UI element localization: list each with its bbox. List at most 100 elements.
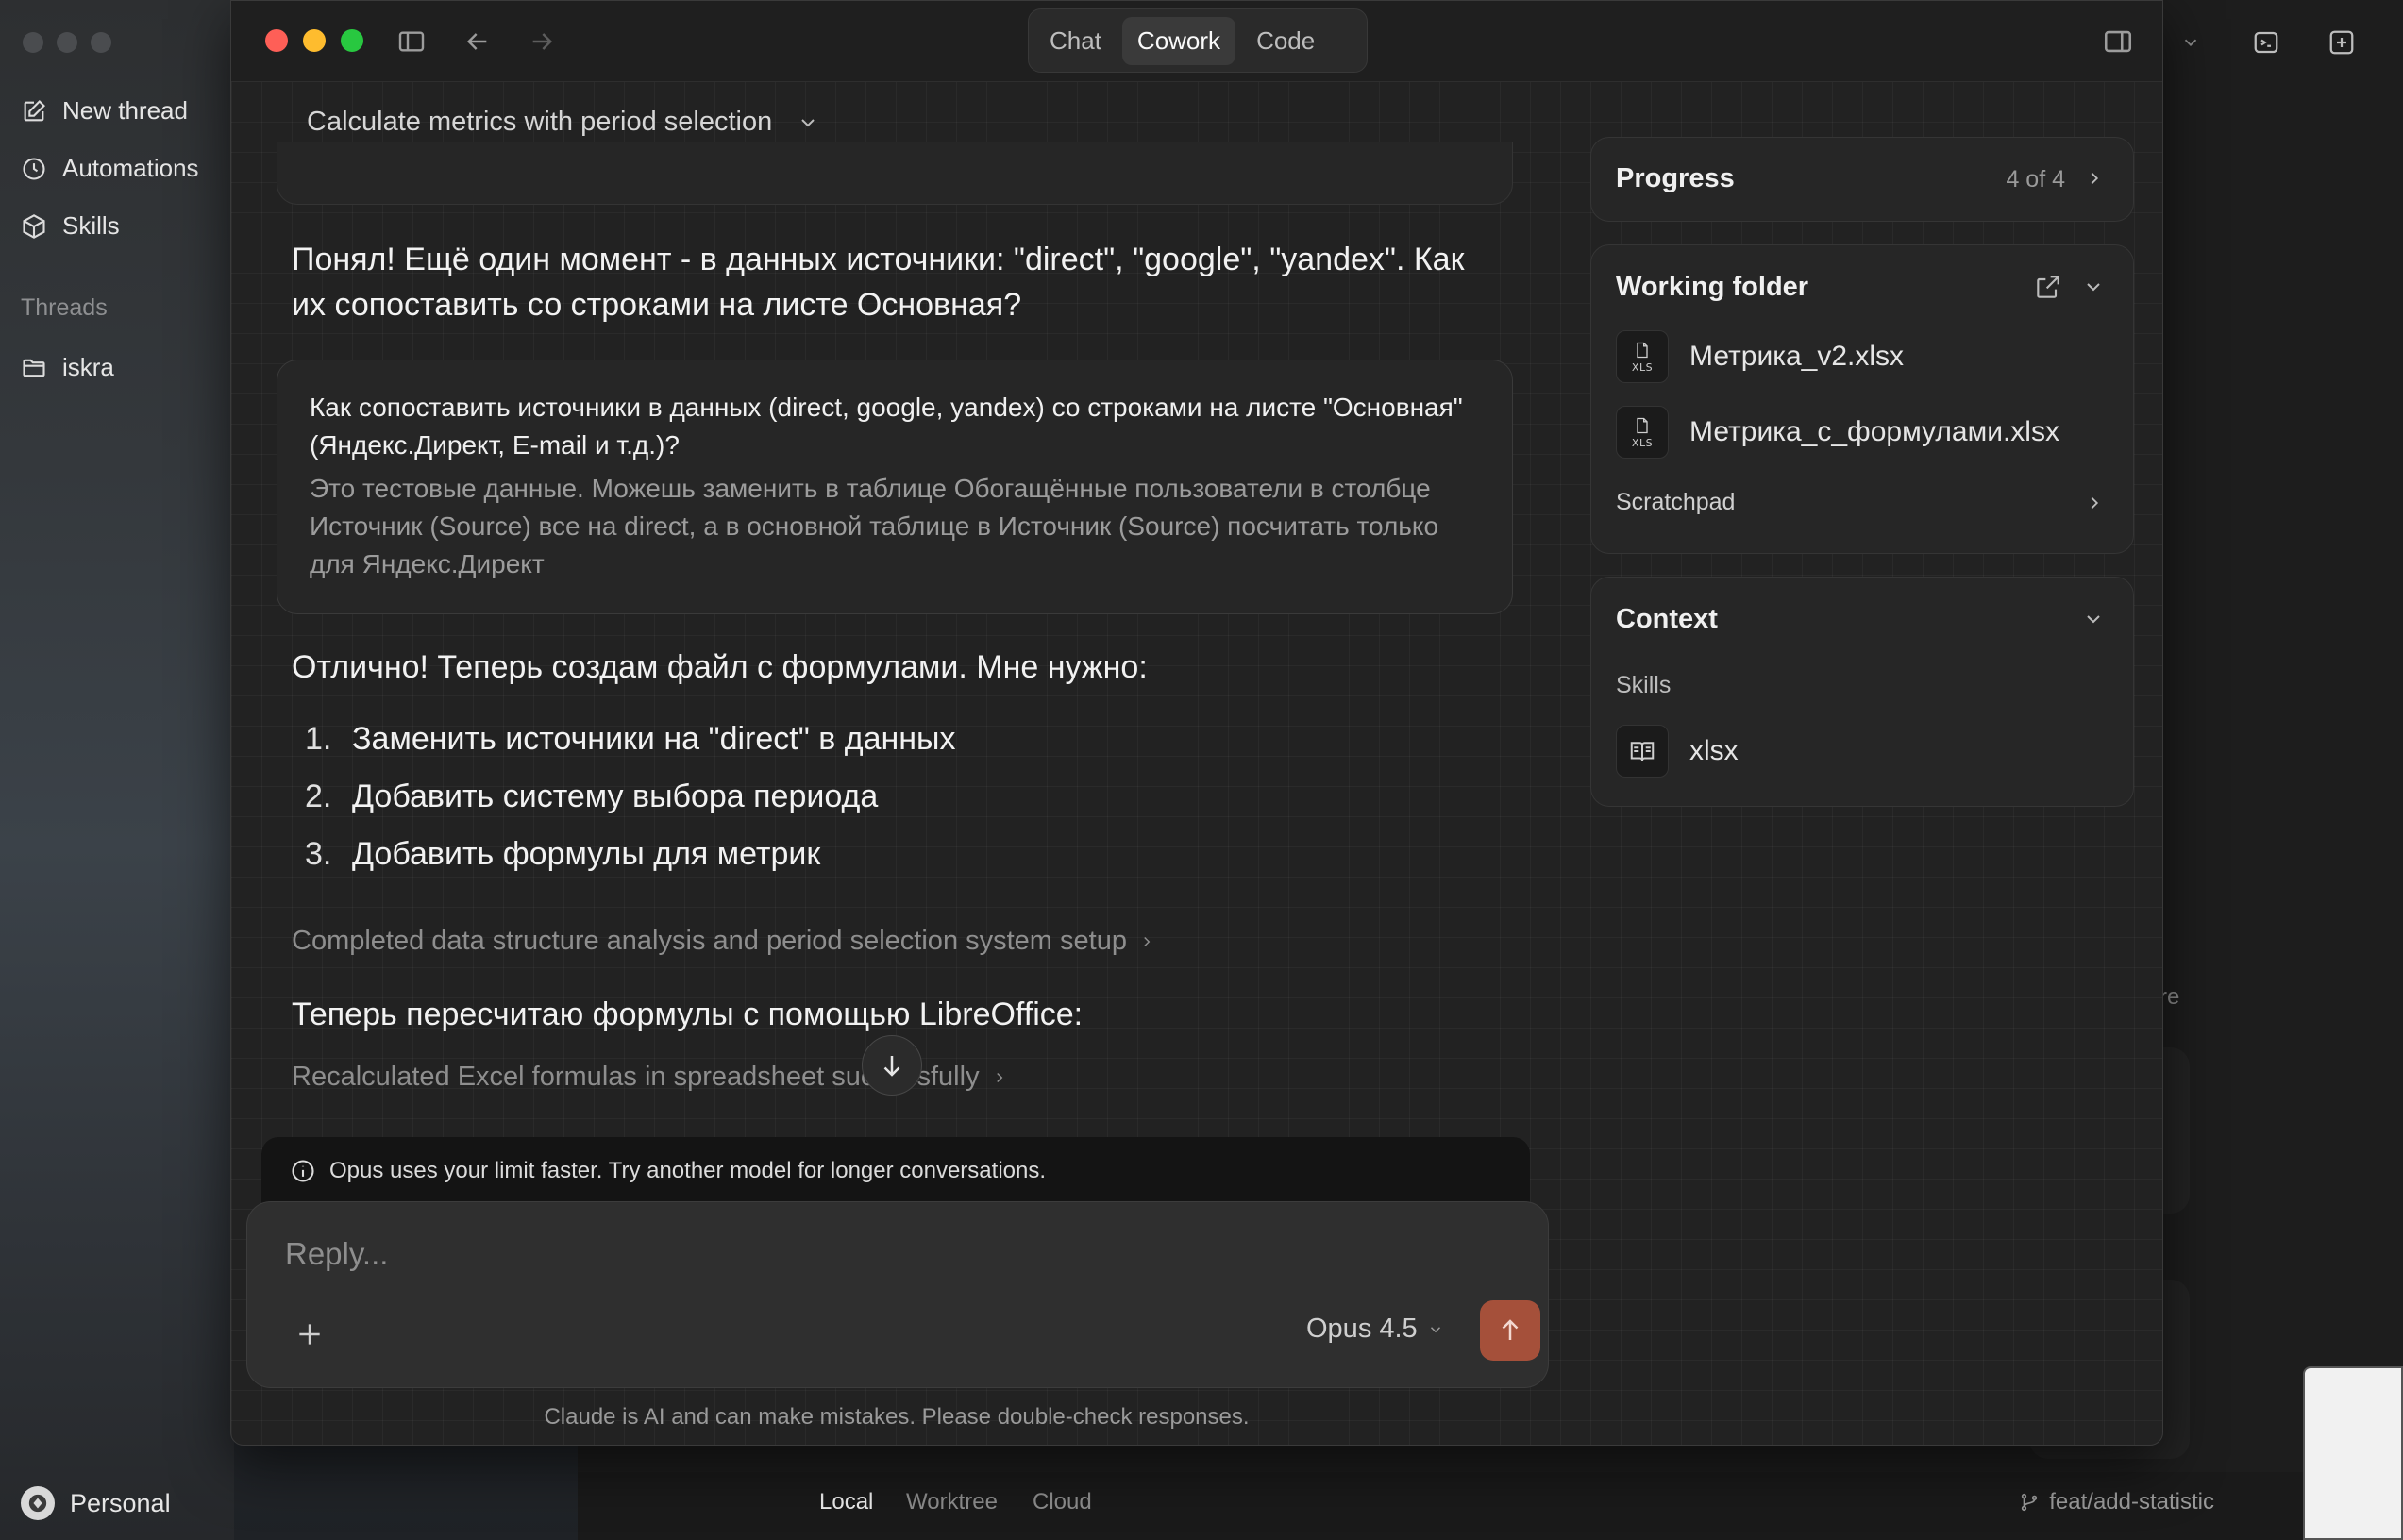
info-icon xyxy=(292,1160,314,1182)
file-item[interactable]: XLS Метрика_с_формулами.xlsx xyxy=(1616,406,2059,459)
clock-icon xyxy=(23,157,45,180)
file-name: Метрика_с_формулами.xlsx xyxy=(1689,416,2059,447)
chevron-right-icon xyxy=(2091,172,2099,185)
chevron-down-icon[interactable] xyxy=(2167,21,2214,64)
question-card: Как сопоставить источники в данных (dire… xyxy=(277,360,1513,614)
sidebar-toggle-icon[interactable] xyxy=(394,24,429,59)
cube-icon xyxy=(23,213,45,239)
usage-warning: Opus uses your limit faster. Try another… xyxy=(261,1137,1530,1205)
reply-composer: Opus 4.5 xyxy=(246,1201,1549,1388)
progress-title: Progress xyxy=(1616,163,1735,193)
list-item: 3. Добавить формулы для метрик xyxy=(305,836,821,872)
send-button[interactable] xyxy=(1480,1300,1540,1361)
back-app-sidebar: New thread Automations Skills Threads is… xyxy=(0,0,234,1540)
window-controls xyxy=(265,29,363,52)
mode-switcher: Chat Cowork Code xyxy=(1028,8,1368,73)
zoom-window-button[interactable] xyxy=(341,29,363,52)
sidebar-item-new-thread[interactable]: New thread xyxy=(21,96,188,126)
progress-count: 4 of 4 xyxy=(2006,166,2065,192)
arrow-down-icon xyxy=(883,1056,900,1077)
reply-input[interactable] xyxy=(285,1230,1323,1278)
book-icon xyxy=(1616,725,1669,778)
assistant-message: Теперь пересчитаю формулы с помощью Libr… xyxy=(292,996,1084,1032)
disclaimer-text: Claude is AI and can make mistakes. Plea… xyxy=(544,1404,1250,1430)
sidebar-item-automations[interactable]: Automations xyxy=(21,154,199,183)
arrow-up-icon xyxy=(1502,1319,1519,1340)
back-window-controls xyxy=(23,32,111,53)
chat-title: Calculate metrics with period selection xyxy=(307,107,773,137)
assistant-message: Отлично! Теперь создам файл с формулами.… xyxy=(292,649,1148,685)
title-bar: Chat Cowork Code xyxy=(231,1,2162,82)
skill-item[interactable]: xlsx xyxy=(1616,725,1739,778)
sidebar-item-label: Skills xyxy=(62,211,120,240)
account-avatar-icon xyxy=(21,1486,55,1520)
tab-chat[interactable]: Chat xyxy=(1034,17,1117,65)
account-switcher[interactable]: Personal xyxy=(21,1486,171,1520)
tool-summary-toggle[interactable]: Completed data structure analysis and pe… xyxy=(292,926,1155,957)
chat-title-dropdown[interactable]: Calculate metrics with period selection xyxy=(307,107,819,138)
model-name: Opus 4.5 xyxy=(1306,1314,1418,1344)
progress-card[interactable]: Progress 4 of 4 xyxy=(1590,137,2134,222)
tab-cowork[interactable]: Cowork xyxy=(1121,16,1236,65)
spreadsheet-file-icon: XLS xyxy=(1616,406,1669,459)
scratchpad-row[interactable]: Scratchpad xyxy=(1616,489,2105,516)
context-card: Context Skills xlsx xyxy=(1590,577,2134,807)
panel-toggle-icon[interactable] xyxy=(2100,24,2136,59)
open-external-icon[interactable] xyxy=(2033,272,2063,302)
branch-name: feat/add-statistic xyxy=(2049,1489,2214,1515)
threads-section-label: Threads xyxy=(21,294,108,321)
skill-name: xlsx xyxy=(1689,735,1739,766)
zoom-window-button[interactable] xyxy=(91,32,111,53)
tab-code[interactable]: Code xyxy=(1241,17,1330,65)
tab-cloud[interactable]: Cloud xyxy=(1033,1489,1092,1515)
cowork-window: Chat Cowork Code Calculate metrics with … xyxy=(230,0,2163,1446)
thread-item-label: iskra xyxy=(62,353,114,381)
answer-text: Это тестовые данные. Можешь заменить в т… xyxy=(310,474,1439,578)
plus-icon xyxy=(299,1324,320,1345)
chevron-down-icon[interactable] xyxy=(2082,608,2105,630)
sidebar-item-label: Automations xyxy=(62,154,199,182)
list-item: 1. Заменить источники на "direct" в данны… xyxy=(305,721,956,757)
assistant-message: Понял! Ещё один момент - в данных источн… xyxy=(292,242,1465,323)
context-title: Context xyxy=(1616,604,1718,634)
sidebar-item-label: New thread xyxy=(62,96,188,125)
file-name: Метрика_v2.xlsx xyxy=(1689,341,1905,372)
new-tab-icon[interactable] xyxy=(2318,21,2365,64)
forward-arrow-icon[interactable] xyxy=(524,24,560,59)
sidebar-item-skills[interactable]: Skills xyxy=(21,211,120,241)
steps-list: 1. Заменить источники на "direct" в данны… xyxy=(305,711,955,883)
model-selector[interactable]: Opus 4.5 xyxy=(1306,1314,1444,1345)
close-window-button[interactable] xyxy=(23,32,43,53)
branch-icon xyxy=(2022,1493,2038,1512)
scratchpad-label: Scratchpad xyxy=(1616,489,1736,515)
list-item: 2. Добавить систему выбора периода xyxy=(305,778,879,814)
chevron-down-icon xyxy=(1430,1326,1440,1332)
minimize-window-button[interactable] xyxy=(57,32,77,53)
chevron-down-icon xyxy=(801,118,815,126)
folder-icon xyxy=(23,359,45,377)
skills-label: Skills xyxy=(1616,672,1672,698)
back-arrow-icon[interactable] xyxy=(460,24,496,59)
compose-icon xyxy=(24,99,45,121)
tab-worktree[interactable]: Worktree xyxy=(906,1489,998,1515)
working-folder-card: Working folder XLS Метрика_v2.xlsx XLS М… xyxy=(1590,244,2134,554)
close-window-button[interactable] xyxy=(265,29,288,52)
tab-local[interactable]: Local xyxy=(819,1489,873,1515)
previous-card-edge xyxy=(277,142,1513,205)
screenshot-thumbnail[interactable] xyxy=(2303,1366,2403,1540)
chevron-right-icon xyxy=(996,1072,1002,1082)
account-label: Personal xyxy=(70,1488,171,1517)
back-toolbar xyxy=(2167,21,2365,64)
working-folder-title: Working folder xyxy=(1616,272,1809,302)
chevron-down-icon[interactable] xyxy=(2082,276,2105,298)
chevron-right-icon xyxy=(2091,496,2099,509)
git-branch[interactable]: feat/add-statistic xyxy=(2019,1489,2214,1515)
scroll-to-bottom-button[interactable] xyxy=(862,1035,922,1096)
minimize-window-button[interactable] xyxy=(303,29,326,52)
question-text: Как сопоставить источники в данных (dire… xyxy=(310,393,1463,460)
thread-item-iskra[interactable]: iskra xyxy=(21,353,114,382)
file-item[interactable]: XLS Метрика_v2.xlsx xyxy=(1616,330,1904,383)
add-attachment-button[interactable] xyxy=(289,1314,330,1355)
chevron-right-icon xyxy=(1144,936,1151,946)
terminal-icon[interactable] xyxy=(2243,21,2290,64)
